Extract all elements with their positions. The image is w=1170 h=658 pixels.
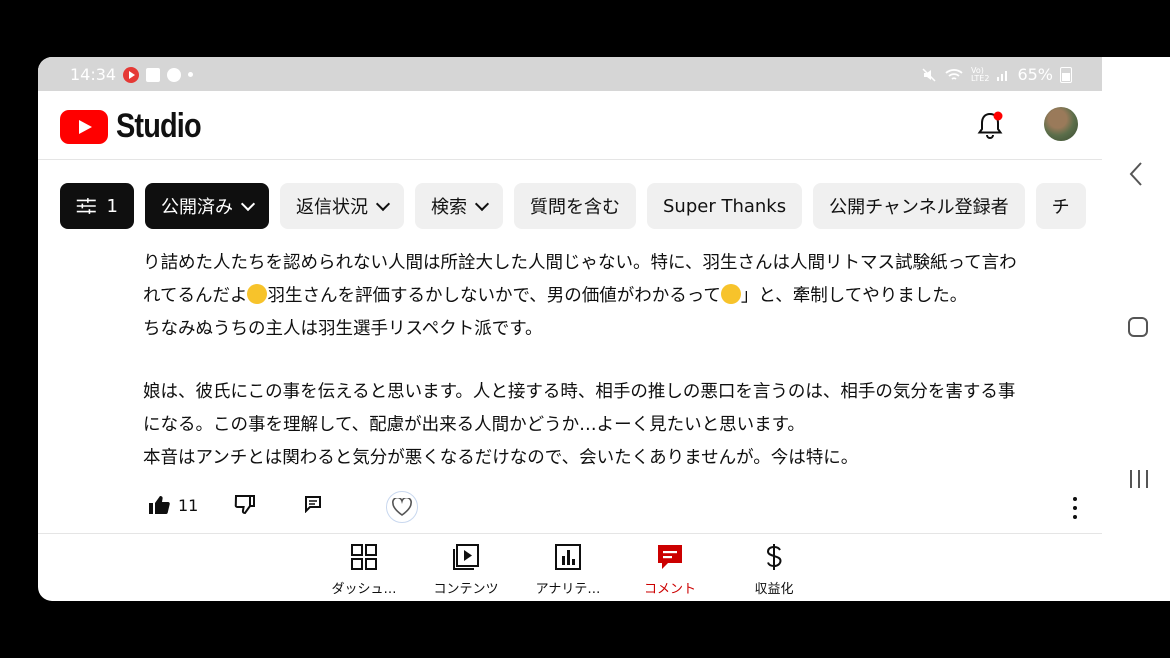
app-screen: 14:34 Vo) LTE2 65% Studio 1 公開済み 返信状況 検索… (38, 57, 1102, 601)
screen-record-icon (123, 66, 140, 83)
monetization-icon (766, 544, 782, 570)
filter-bar: 1 公開済み 返信状況 検索 質問を含む Super Thanks 公開チャンネ… (60, 183, 1086, 229)
account-avatar[interactable] (1044, 107, 1078, 141)
dashboard-icon (351, 544, 377, 570)
nav-monetization[interactable]: 収益化 (724, 542, 824, 597)
notification-icon (167, 67, 182, 82)
thumbs-up-icon (149, 496, 170, 514)
comment-line: ちなみぬうちの主人は羽生選手リスペクト派です。 (143, 319, 543, 339)
recent-apps-icon[interactable] (1128, 468, 1150, 490)
chip-published[interactable]: 公開済み (145, 183, 269, 229)
chip-search[interactable]: 検索 (415, 183, 503, 229)
dislike-button[interactable] (234, 495, 256, 515)
grinning-sweat-emoji-icon (247, 284, 268, 304)
nav-dashboard[interactable]: ダッシュ… (314, 542, 414, 597)
chip-label: 検索 (431, 197, 467, 218)
filter-settings-chip[interactable]: 1 (60, 183, 134, 229)
content-icon (453, 544, 479, 570)
comment-actions: 11 (148, 489, 1078, 529)
thumbs-down-icon (234, 495, 255, 515)
nav-label: コンテンツ (433, 582, 499, 597)
volte-icon: Vo) LTE2 (971, 65, 990, 83)
back-icon[interactable] (1129, 161, 1143, 187)
nav-comments[interactable]: コメント (620, 542, 720, 597)
chip-reply-status[interactable]: 返信状況 (280, 183, 404, 229)
more-options-icon[interactable] (1072, 497, 1078, 519)
nav-label: コメント (643, 582, 696, 597)
comments-icon (658, 545, 682, 569)
comment-line: 娘は、彼氏にこの事を伝えると思います。人と接する時、相手の推しの悪口を言うのは、… (143, 382, 1016, 402)
nav-label: アナリテ… (535, 582, 601, 597)
wifi-icon (945, 68, 963, 80)
chip-label: 公開済み (161, 197, 233, 218)
youtube-logo-icon (60, 109, 108, 144)
status-time: 14:34 (70, 65, 117, 84)
comment-line: れてるんだよ 羽生さんを評価するかしないかで、男の価値がわかるって 」と、牽制してや… (143, 284, 968, 306)
comment-text: り詰めた人たちを認められない人間は所詮大した人間じゃない。特に、羽生さんは人間リ… (143, 247, 1083, 475)
comment-line: 本音はアンチとは関わると気分が悪くなるだけなので、会いたくありませんが。今は特に… (143, 448, 859, 468)
app-title: Studio (116, 107, 202, 145)
filter-count: 1 (106, 195, 118, 217)
chip-label: 返信状況 (296, 197, 368, 218)
signal-icon (997, 70, 1008, 81)
chip-label: チ (1051, 197, 1070, 218)
chip-contains-question[interactable]: 質問を含む (514, 183, 636, 229)
app-bar: Studio (38, 91, 1102, 160)
heart-button[interactable] (386, 491, 418, 523)
more-notifications-icon (188, 72, 194, 77)
filter-sliders-icon (76, 198, 96, 214)
reply-button[interactable] (304, 495, 322, 513)
status-bar: 14:34 Vo) LTE2 65% (38, 57, 1102, 91)
chip-super-thanks[interactable]: Super Thanks (647, 183, 803, 229)
like-count: 11 (178, 495, 199, 515)
heart-icon (392, 498, 412, 516)
nav-content[interactable]: コンテンツ (416, 542, 516, 597)
notifications-bell-icon[interactable] (974, 109, 1006, 141)
comment-line: になる。この事を理解して、配慮が出来る人間かどうか…よーく見たいと思います。 (143, 415, 805, 435)
battery-icon (1060, 66, 1072, 83)
smiling-face-emoji-icon (720, 284, 741, 304)
chip-label: Super Thanks (663, 195, 787, 217)
youtube-studio-logo[interactable]: Studio (60, 107, 216, 146)
chip-truncated[interactable]: チ (1035, 183, 1086, 229)
chevron-down-icon (474, 196, 490, 211)
chevron-down-icon (375, 196, 391, 211)
chip-public-subscribers[interactable]: 公開チャンネル登録者 (813, 183, 1025, 229)
chevron-down-icon (240, 196, 256, 211)
chip-label: 質問を含む (530, 197, 620, 218)
like-button[interactable]: 11 (148, 495, 198, 515)
battery-level: 65% (1017, 65, 1053, 84)
nav-label: 収益化 (754, 582, 794, 597)
nav-analytics[interactable]: アナリテ… (518, 542, 618, 597)
mute-icon (922, 67, 936, 82)
comment-line: り詰めた人たちを認められない人間は所詮大した人間じゃない。特に、羽生さんは人間リ… (143, 253, 1017, 273)
home-icon[interactable] (1127, 316, 1149, 338)
nav-label: ダッシュ… (331, 582, 397, 597)
bottom-navigation: ダッシュ… コンテンツ アナリテ… コメント 収益化 (38, 533, 1102, 601)
chip-label: 公開チャンネル登録者 (829, 197, 1009, 218)
system-navigation-bar (1102, 57, 1170, 601)
analytics-icon (555, 544, 581, 570)
notification-icon (146, 67, 161, 82)
reply-comment-icon (305, 496, 321, 513)
